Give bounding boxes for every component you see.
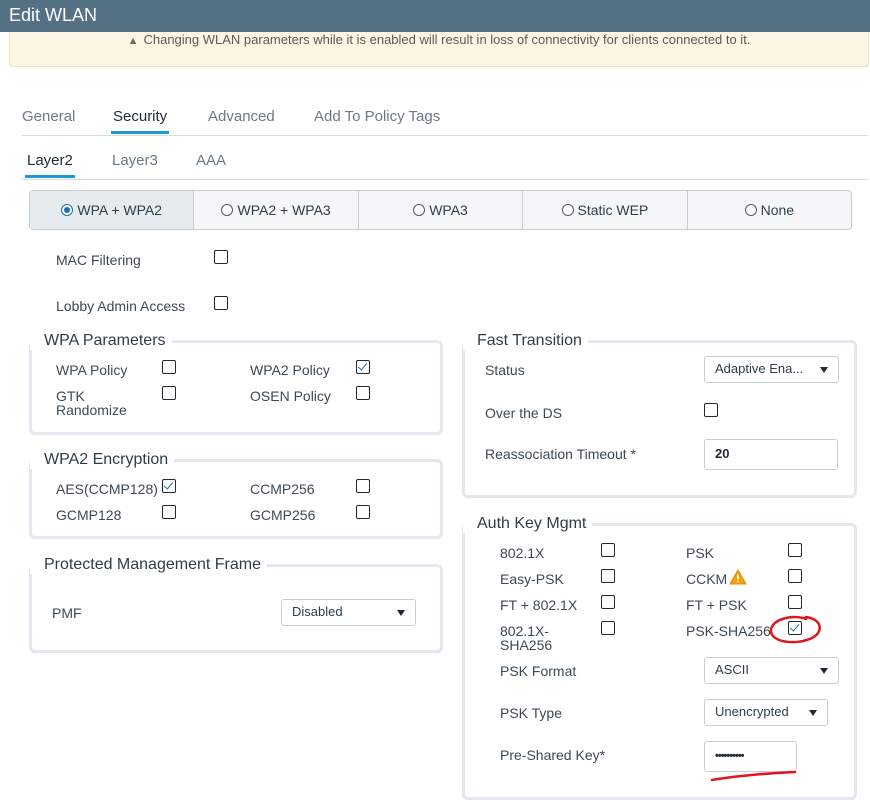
akm-8021x-sha256-checkbox[interactable] bbox=[601, 621, 615, 635]
tab-layer3[interactable]: Layer3 bbox=[112, 152, 158, 169]
tab-add-to-policy-tags[interactable]: Add To Policy Tags bbox=[314, 108, 440, 125]
warning-text: Changing WLAN parameters while it is ena… bbox=[143, 32, 751, 47]
akm-easy-psk-label: Easy-PSK bbox=[500, 571, 564, 587]
aes-label: AES(CCMP128) bbox=[56, 481, 158, 497]
akm-psk-sha256-label: PSK-SHA256 bbox=[686, 624, 771, 639]
radio-icon bbox=[744, 204, 757, 216]
akm-easy-psk-checkbox[interactable] bbox=[601, 569, 615, 583]
psk-format-label: PSK Format bbox=[500, 663, 577, 679]
wpa2-encryption-title: WPA2 Encryption bbox=[30, 451, 175, 469]
lobby-admin-label: Lobby Admin Access bbox=[56, 298, 186, 314]
subtabs-divider bbox=[22, 179, 868, 180]
akm-ft-psk-label: FT + PSK bbox=[686, 597, 747, 613]
akm-8021x-label: 802.1X bbox=[500, 545, 545, 561]
tab-general[interactable]: General bbox=[22, 108, 75, 125]
chevron-down-icon bbox=[820, 668, 828, 674]
radio-icon bbox=[61, 204, 74, 216]
wpa2-policy-checkbox[interactable] bbox=[356, 360, 370, 374]
aes-checkbox[interactable] bbox=[162, 479, 176, 493]
osen-policy-checkbox[interactable] bbox=[356, 386, 370, 400]
tab-aaa[interactable]: AAA bbox=[196, 152, 226, 169]
pmf-title: Protected Management Frame bbox=[30, 556, 267, 574]
wpa2-encryption-group bbox=[29, 459, 443, 539]
ccmp256-label: CCMP256 bbox=[250, 481, 315, 497]
wpa2-policy-label: WPA2 Policy bbox=[250, 362, 330, 378]
gcmp256-checkbox[interactable] bbox=[356, 505, 370, 519]
tabs-divider bbox=[22, 135, 868, 136]
radio-icon bbox=[561, 204, 574, 216]
mode-wpa2-wpa3[interactable]: WPA2 + WPA3 bbox=[194, 191, 359, 229]
mode-none[interactable]: None bbox=[688, 191, 851, 229]
gtk-randomize-label-line2: Randomize bbox=[56, 402, 127, 418]
gcmp256-label: GCMP256 bbox=[250, 507, 316, 523]
chevron-down-icon bbox=[820, 367, 828, 373]
over-the-ds-label: Over the DS bbox=[485, 405, 563, 421]
ft-status-label: Status bbox=[485, 362, 525, 378]
gcmp128-label: GCMP128 bbox=[56, 507, 122, 523]
warning-icon bbox=[729, 569, 747, 585]
wpa-policy-label: WPA Policy bbox=[56, 362, 128, 378]
akm-ft-8021x-checkbox[interactable] bbox=[601, 595, 615, 609]
mode-static-wep[interactable]: Static WEP bbox=[523, 191, 688, 229]
radio-icon bbox=[221, 204, 234, 216]
akm-psk-checkbox[interactable] bbox=[788, 543, 802, 557]
psk-type-select[interactable]: Unencrypted bbox=[704, 699, 828, 726]
reassociation-timeout-label: Reassociation Timeout * bbox=[485, 446, 636, 462]
warning-icon: ▲ bbox=[127, 35, 139, 47]
akm-cckm-checkbox[interactable] bbox=[788, 569, 802, 583]
wpa-parameters-group bbox=[29, 340, 443, 435]
pmf-select[interactable]: Disabled bbox=[281, 599, 416, 626]
security-mode-selector: WPA + WPA2 WPA2 + WPA3 WPA3 Static WEP N… bbox=[29, 190, 852, 230]
mode-wpa-wpa2[interactable]: WPA + WPA2 bbox=[30, 191, 195, 229]
akm-psk-label: PSK bbox=[686, 545, 715, 561]
fast-transition-title: Fast Transition bbox=[463, 332, 588, 350]
osen-policy-label: OSEN Policy bbox=[250, 388, 331, 404]
window-title: Edit WLAN bbox=[0, 0, 870, 32]
chevron-down-icon bbox=[397, 610, 405, 616]
wpa-policy-checkbox[interactable] bbox=[162, 360, 176, 374]
mac-filtering-label: MAC Filtering bbox=[56, 252, 141, 268]
pre-shared-key-label: Pre-Shared Key* bbox=[500, 747, 606, 763]
psk-format-select[interactable]: ASCII bbox=[704, 657, 839, 684]
mac-filtering-checkbox[interactable] bbox=[214, 250, 228, 264]
mode-wpa3[interactable]: WPA3 bbox=[359, 191, 524, 229]
reassociation-timeout-input[interactable]: 20 bbox=[704, 439, 838, 470]
gcmp128-checkbox[interactable] bbox=[162, 505, 176, 519]
pre-shared-key-input[interactable]: •••••••••• bbox=[704, 741, 797, 772]
lobby-admin-checkbox[interactable] bbox=[214, 296, 228, 310]
tab-security[interactable]: Security bbox=[110, 108, 170, 134]
akm-8021x-checkbox[interactable] bbox=[601, 543, 615, 557]
warning-banner: ▲ Changing WLAN parameters while it is en… bbox=[9, 32, 869, 67]
akm-8021x-sha256-label-line2: SHA256 bbox=[500, 637, 553, 653]
akm-psk-sha256-checkbox[interactable] bbox=[788, 621, 802, 635]
radio-icon bbox=[413, 204, 426, 216]
over-the-ds-checkbox[interactable] bbox=[704, 403, 718, 417]
auth-key-mgmt-title: Auth Key Mgmt bbox=[463, 515, 593, 533]
ft-status-select[interactable]: Adaptive Ena... bbox=[704, 356, 839, 383]
akm-ft-psk-checkbox[interactable] bbox=[788, 595, 802, 609]
akm-cckm-label: CCKM bbox=[686, 571, 728, 587]
gtk-randomize-checkbox[interactable] bbox=[162, 386, 176, 400]
tab-advanced[interactable]: Advanced bbox=[208, 108, 275, 125]
akm-ft-8021x-label: FT + 802.1X bbox=[500, 597, 578, 613]
wpa-parameters-title: WPA Parameters bbox=[30, 332, 172, 350]
tab-layer2[interactable]: Layer2 bbox=[25, 152, 75, 178]
psk-type-label: PSK Type bbox=[500, 705, 563, 721]
chevron-down-icon bbox=[809, 710, 817, 716]
pmf-label: PMF bbox=[52, 605, 82, 621]
ccmp256-checkbox[interactable] bbox=[356, 479, 370, 493]
